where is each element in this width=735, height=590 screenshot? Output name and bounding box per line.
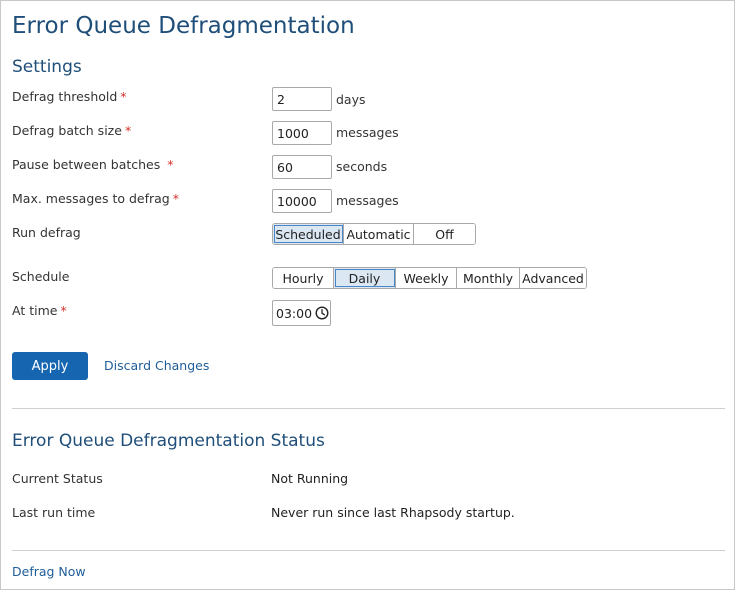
- apply-button[interactable]: Apply: [12, 352, 88, 380]
- panel: Error Queue Defragmentation Settings Def…: [0, 0, 735, 590]
- defrag-batch-size-label-text: Defrag batch size: [12, 123, 122, 138]
- required-marker: *: [120, 89, 127, 104]
- defrag-batch-size-label: Defrag batch size *: [12, 123, 131, 138]
- clock-icon[interactable]: [315, 306, 329, 320]
- schedule-option-hourly[interactable]: Hourly: [273, 268, 334, 288]
- schedule-option-monthly[interactable]: Monthly: [457, 268, 520, 288]
- at-time-label: At time *: [12, 303, 67, 318]
- defrag-now-link[interactable]: Defrag Now: [12, 564, 86, 579]
- status-section-title: Error Queue Defragmentation Status: [12, 431, 325, 451]
- schedule-segmented-control: Hourly Daily Weekly Monthly Advanced: [272, 267, 587, 289]
- required-marker: *: [60, 303, 67, 318]
- defrag-batch-size-unit: messages: [336, 125, 399, 140]
- required-marker: *: [124, 123, 132, 138]
- at-time-input[interactable]: 03:00: [272, 300, 331, 326]
- max-messages-input[interactable]: [272, 189, 332, 213]
- page-title: Error Queue Defragmentation: [12, 13, 355, 39]
- max-messages-label: Max. messages to defrag *: [12, 191, 179, 206]
- defrag-batch-size-input[interactable]: [272, 121, 332, 145]
- last-run-time-label: Last run time: [12, 505, 96, 520]
- run-defrag-option-automatic[interactable]: Automatic: [344, 224, 414, 244]
- divider: [12, 550, 725, 551]
- max-messages-unit: messages: [336, 193, 399, 208]
- at-time-label-text: At time: [12, 303, 58, 318]
- required-marker: *: [167, 157, 174, 172]
- current-status-label: Current Status: [12, 471, 103, 486]
- run-defrag-option-scheduled[interactable]: Scheduled: [273, 224, 344, 244]
- run-defrag-option-off[interactable]: Off: [414, 224, 475, 244]
- settings-section-title: Settings: [12, 57, 82, 77]
- at-time-value: 03:00: [276, 305, 313, 321]
- defrag-threshold-input[interactable]: [272, 87, 332, 111]
- current-status-value: Not Running: [271, 471, 349, 486]
- pause-between-batches-input[interactable]: [272, 155, 332, 179]
- run-defrag-label: Run defrag: [12, 225, 81, 240]
- discard-changes-link[interactable]: Discard Changes: [104, 358, 209, 373]
- pause-between-batches-unit: seconds: [336, 159, 388, 174]
- divider: [12, 408, 725, 409]
- run-defrag-segmented-control: Scheduled Automatic Off: [272, 223, 476, 245]
- defrag-threshold-label-text: Defrag threshold: [12, 89, 118, 104]
- pause-between-batches-label-text: Pause between batches: [12, 157, 161, 172]
- max-messages-label-text: Max. messages to defrag: [12, 191, 170, 206]
- schedule-option-advanced[interactable]: Advanced: [520, 268, 586, 288]
- defrag-threshold-unit: days: [336, 92, 366, 107]
- schedule-label: Schedule: [12, 269, 70, 284]
- pause-between-batches-label: Pause between batches *: [12, 157, 174, 172]
- schedule-option-daily[interactable]: Daily: [334, 268, 396, 288]
- last-run-time-value: Never run since last Rhapsody startup.: [271, 505, 515, 520]
- required-marker: *: [172, 191, 179, 206]
- schedule-option-weekly[interactable]: Weekly: [396, 268, 457, 288]
- defrag-threshold-label: Defrag threshold *: [12, 89, 127, 104]
